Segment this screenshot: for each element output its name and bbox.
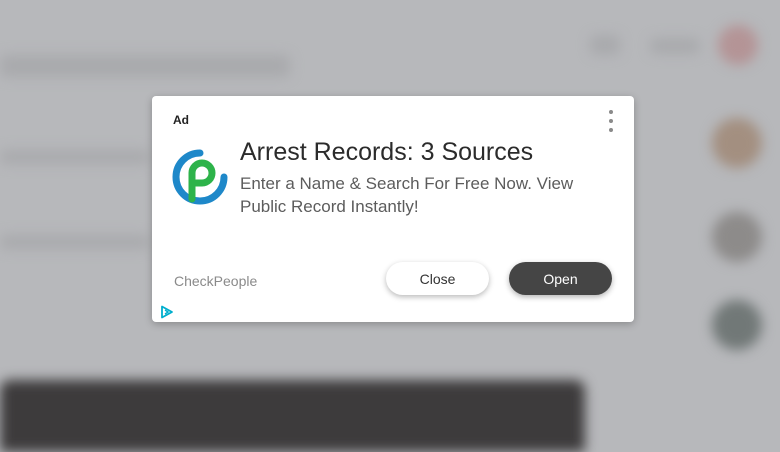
- adchoices-icon[interactable]: [160, 305, 174, 319]
- ad-description: Enter a Name & Search For Free Now. View…: [240, 174, 574, 216]
- ad-card[interactable]: Ad Arrest Records: 3 Sources Enter a Nam…: [152, 96, 634, 322]
- advertiser-name: CheckPeople: [174, 273, 258, 289]
- ad-headline[interactable]: Arrest Records: 3 Sources: [240, 138, 533, 167]
- background-icon: [590, 35, 620, 55]
- background-text-line: [0, 55, 290, 77]
- ad-label: Ad: [173, 113, 189, 127]
- background-avatar: [718, 25, 758, 65]
- more-vertical-icon[interactable]: [604, 110, 618, 132]
- open-button[interactable]: Open: [509, 262, 612, 295]
- background-text-line: [650, 38, 700, 54]
- background-text-line: [0, 235, 150, 249]
- background-text-line: [0, 150, 150, 164]
- background-video-player: [0, 380, 585, 452]
- checkpeople-logo: [172, 149, 228, 205]
- background-thumbnail: [712, 118, 762, 168]
- close-button[interactable]: Close: [386, 262, 489, 295]
- background-thumbnail: [712, 300, 762, 350]
- background-thumbnail: [712, 212, 762, 262]
